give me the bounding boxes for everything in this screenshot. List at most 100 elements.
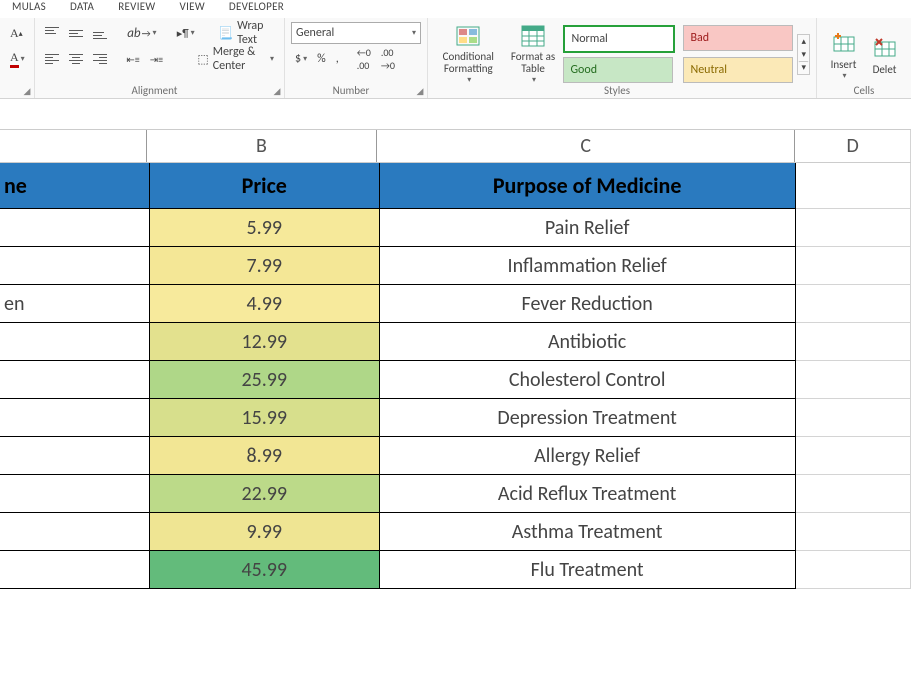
align-bottom-button[interactable] xyxy=(89,25,111,41)
font-dialog-launcher[interactable]: ◢ xyxy=(22,86,32,96)
align-left-button[interactable] xyxy=(41,52,63,66)
cell-price[interactable]: 7.99 xyxy=(150,247,379,285)
cell-name[interactable] xyxy=(0,513,150,551)
ribbon-group-styles: Conditional Formatting▾ Format as Table▾… xyxy=(428,18,817,98)
alignment-dialog-launcher[interactable]: ◢ xyxy=(272,86,282,96)
cell-name[interactable] xyxy=(0,361,150,399)
header-price[interactable]: Price xyxy=(150,163,379,209)
insert-cells-icon xyxy=(830,28,858,56)
wrap-text-icon: 📃 xyxy=(218,26,233,41)
cell-purpose[interactable]: Depression Treatment xyxy=(380,399,796,437)
number-dialog-launcher[interactable]: ◢ xyxy=(415,86,425,96)
column-header-c[interactable]: C xyxy=(377,130,795,162)
percent-format-button[interactable]: % xyxy=(313,50,330,68)
cell-empty[interactable] xyxy=(796,437,911,475)
decrease-indent-button[interactable]: ⇤≡ xyxy=(122,51,143,68)
cell-price[interactable]: 9.99 xyxy=(150,513,379,551)
align-top-button[interactable] xyxy=(41,25,63,41)
cell-price[interactable]: 12.99 xyxy=(150,323,379,361)
orientation-button[interactable]: ab↗▾ xyxy=(123,24,160,43)
cell-empty[interactable] xyxy=(796,285,911,323)
styles-scroll-up[interactable]: ▴ xyxy=(798,35,809,48)
cell-purpose[interactable]: Inflammation Relief xyxy=(380,247,796,285)
ribbon-tab-view[interactable]: VIEW xyxy=(168,0,217,13)
cell-price[interactable]: 5.99 xyxy=(150,209,379,247)
cell-purpose[interactable]: Flu Treatment xyxy=(380,551,796,589)
delete-cells-button[interactable]: Delet xyxy=(864,22,905,86)
ribbon-tab-formulas[interactable]: MULAS xyxy=(0,0,58,13)
cell-empty[interactable] xyxy=(796,475,911,513)
cell-empty[interactable] xyxy=(796,361,911,399)
align-right-button[interactable] xyxy=(89,52,111,66)
column-header-a[interactable] xyxy=(0,130,147,162)
cell-d1[interactable] xyxy=(796,163,911,209)
font-color-button[interactable]: A▾ xyxy=(6,48,29,70)
increase-decimal-button[interactable]: ←0.00 xyxy=(353,44,375,74)
cell-name[interactable] xyxy=(0,437,150,475)
column-header-row: B C D xyxy=(0,129,911,163)
cell-empty[interactable] xyxy=(796,513,911,551)
cell-style-normal[interactable]: Normal xyxy=(563,25,675,53)
styles-scroll-down[interactable]: ▾ xyxy=(798,48,809,61)
conditional-formatting-button[interactable]: Conditional Formatting▾ xyxy=(434,22,503,86)
cell-style-neutral[interactable]: Neutral xyxy=(683,57,793,83)
styles-more[interactable]: ▾ xyxy=(798,61,809,74)
ribbon-group-cells: Insert▾ Delet Cells xyxy=(817,18,911,98)
cell-empty[interactable] xyxy=(796,551,911,589)
cell-purpose[interactable]: Antibiotic xyxy=(380,323,796,361)
cell-style-good[interactable]: Good xyxy=(563,57,673,83)
cell-name[interactable] xyxy=(0,323,150,361)
cell-purpose[interactable]: Cholesterol Control xyxy=(380,361,796,399)
worksheet-grid[interactable]: ne Price Purpose of Medicine 5.99Pain Re… xyxy=(0,163,911,589)
cell-price[interactable]: 15.99 xyxy=(150,399,379,437)
ribbon-tab-review[interactable]: REVIEW xyxy=(106,0,167,13)
cell-purpose[interactable]: Allergy Relief xyxy=(380,437,796,475)
cell-price[interactable]: 25.99 xyxy=(150,361,379,399)
cell-purpose[interactable]: Asthma Treatment xyxy=(380,513,796,551)
cell-name[interactable] xyxy=(0,399,150,437)
cell-styles-gallery[interactable]: Normal Bad Good Neutral xyxy=(563,25,793,83)
cell-name[interactable] xyxy=(0,209,150,247)
font-size-increase-button[interactable]: A▴ xyxy=(6,24,27,43)
column-header-d[interactable]: D xyxy=(795,130,911,162)
text-direction-button[interactable]: ▸¶▾ xyxy=(173,25,199,42)
cell-purpose[interactable]: Pain Relief xyxy=(380,209,796,247)
table-row: en4.99Fever Reduction xyxy=(0,285,911,323)
cell-empty[interactable] xyxy=(796,399,911,437)
merge-center-icon: ⬚ xyxy=(197,52,208,67)
cell-price[interactable]: 4.99 xyxy=(150,285,379,323)
ribbon-tab-developer[interactable]: DEVELOPER xyxy=(217,0,296,13)
cell-name[interactable] xyxy=(0,247,150,285)
header-purpose[interactable]: Purpose of Medicine xyxy=(380,163,796,209)
cell-empty[interactable] xyxy=(796,209,911,247)
cell-style-bad[interactable]: Bad xyxy=(683,25,793,51)
column-header-b[interactable]: B xyxy=(147,130,378,162)
cell-name[interactable]: en xyxy=(0,285,150,323)
align-middle-button[interactable] xyxy=(65,25,87,41)
cell-purpose[interactable]: Acid Reflux Treatment xyxy=(380,475,796,513)
decrease-decimal-button[interactable]: .00→0 xyxy=(377,44,399,74)
cell-price[interactable]: 8.99 xyxy=(150,437,379,475)
cell-price[interactable]: 45.99 xyxy=(150,551,379,589)
cell-name[interactable] xyxy=(0,551,150,589)
table-row: 45.99Flu Treatment xyxy=(0,551,911,589)
comma-format-button[interactable]: , xyxy=(332,50,343,68)
insert-cells-button[interactable]: Insert▾ xyxy=(823,22,864,86)
merge-center-button[interactable]: ⬚Merge & Center▾ xyxy=(193,43,278,75)
alignment-group-label: Alignment xyxy=(35,84,274,97)
ribbon-tab-data[interactable]: DATA xyxy=(58,0,106,13)
cell-purpose[interactable]: Fever Reduction xyxy=(380,285,796,323)
header-name[interactable]: ne xyxy=(0,163,150,209)
align-center-button[interactable] xyxy=(65,52,87,66)
delete-cells-icon xyxy=(871,33,899,61)
cell-price[interactable]: 22.99 xyxy=(150,475,379,513)
format-as-table-button[interactable]: Format as Table▾ xyxy=(505,22,562,86)
number-format-combobox[interactable]: General▾ xyxy=(291,22,421,44)
accounting-format-button[interactable]: $▾ xyxy=(291,50,311,68)
increase-indent-button[interactable]: ⇥≡ xyxy=(146,51,167,68)
cell-name[interactable] xyxy=(0,475,150,513)
cell-empty[interactable] xyxy=(796,247,911,285)
format-as-table-icon xyxy=(519,23,547,49)
ribbon-tab-strip: MULAS DATA REVIEW VIEW DEVELOPER xyxy=(0,0,911,18)
cell-empty[interactable] xyxy=(796,323,911,361)
